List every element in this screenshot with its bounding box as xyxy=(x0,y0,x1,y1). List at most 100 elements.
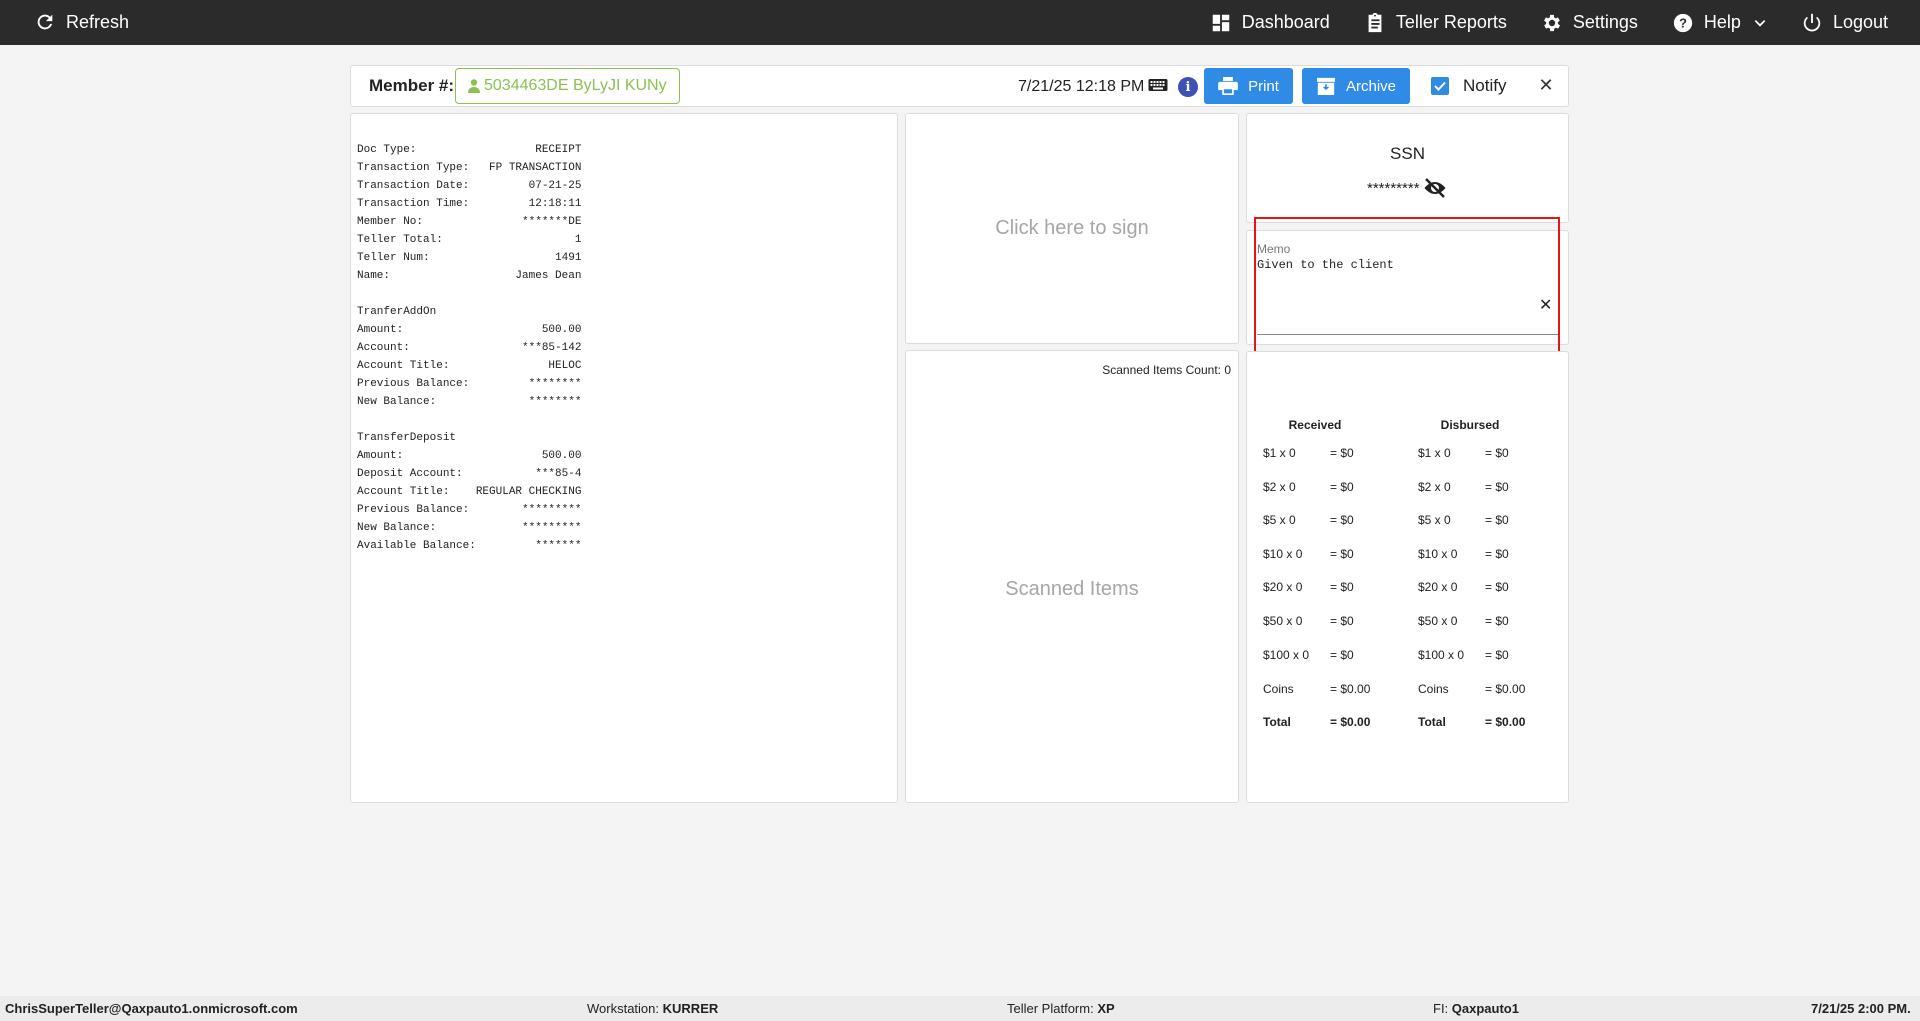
svg-text:?: ? xyxy=(1679,15,1687,30)
eye-off-icon[interactable] xyxy=(1422,177,1448,199)
help-label: Help xyxy=(1703,12,1741,32)
print-label: Print xyxy=(1248,77,1279,95)
disbursed-amount: = $0 xyxy=(1485,513,1509,527)
received-amount: = $0 xyxy=(1330,513,1354,527)
received-denom: $10 x 0 xyxy=(1263,547,1303,561)
received-amount: = $0 xyxy=(1330,580,1354,594)
received-header: Received xyxy=(1288,418,1342,432)
printer-icon xyxy=(1218,77,1238,95)
received-denom: $100 x 0 xyxy=(1263,648,1310,662)
archive-icon xyxy=(1316,77,1335,95)
refresh-label: Refresh xyxy=(66,11,130,32)
teller-reports-link[interactable]: Teller Reports xyxy=(1364,12,1507,34)
disbursed-denom: $100 x 0 xyxy=(1418,648,1465,662)
disbursed-amount: = $0 xyxy=(1485,614,1509,628)
memo-panel: Memo Given to the client ✕ xyxy=(1246,230,1569,345)
footer-datetime: 7/21/25 2:00 PM. xyxy=(1811,1001,1911,1016)
disbursed-denom: $5 x 0 xyxy=(1418,513,1451,527)
received-denom: $1 x 0 xyxy=(1263,446,1296,460)
close-button[interactable]: ✕ xyxy=(1536,75,1556,96)
footer-fi: FI: Qaxpauto1 xyxy=(1433,1001,1519,1016)
archive-label: Archive xyxy=(1345,77,1397,95)
notify-label: Notify xyxy=(1463,76,1507,95)
scanned-items-panel: Scanned Items Count: 0 Scanned Items xyxy=(905,350,1239,803)
scanned-items-placeholder: Scanned Items xyxy=(1005,578,1139,600)
info-icon[interactable]: i xyxy=(1178,77,1198,97)
signature-prompt: Click here to sign xyxy=(995,217,1149,239)
received-amount: = $0 xyxy=(1330,480,1354,494)
refresh-button[interactable]: Refresh xyxy=(34,11,129,33)
disbursed-denom: Total xyxy=(1418,715,1446,729)
disbursed-amount: = $0 xyxy=(1485,480,1509,494)
memo-field[interactable]: Given to the client xyxy=(1257,258,1394,272)
disbursed-amount: = $0 xyxy=(1485,547,1509,561)
fi-label: FI: xyxy=(1433,1001,1449,1016)
settings-label: Settings xyxy=(1572,12,1638,32)
memo-label: Memo xyxy=(1257,242,1291,256)
member-value: 5034463DE ByLyJI KUNy xyxy=(484,77,667,94)
checkmark-icon xyxy=(1434,81,1446,91)
refresh-icon xyxy=(37,14,53,30)
received-amount: = $0 xyxy=(1330,446,1354,460)
chevron-down-icon xyxy=(1754,19,1766,27)
archive-button[interactable]: Archive xyxy=(1302,68,1410,104)
keyboard-icon[interactable] xyxy=(1148,77,1168,93)
notify-checkbox[interactable] xyxy=(1431,77,1449,95)
workstation-value: KURRER xyxy=(662,1001,719,1016)
teller-reports-label: Teller Reports xyxy=(1395,12,1507,32)
help-menu[interactable]: ? Help xyxy=(1672,12,1767,34)
memo-underline xyxy=(1257,334,1559,335)
ssn-title: SSN xyxy=(1390,144,1425,163)
received-denom: $20 x 0 xyxy=(1263,580,1303,594)
platform-label: Teller Platform: xyxy=(1007,1001,1094,1016)
settings-link[interactable]: Settings xyxy=(1541,12,1638,34)
dashboard-icon xyxy=(1212,14,1229,31)
disbursed-header: Disbursed xyxy=(1440,418,1500,432)
disbursed-denom: $10 x 0 xyxy=(1418,547,1458,561)
workstation-label: Workstation: xyxy=(587,1001,660,1016)
gear-icon xyxy=(1543,14,1560,31)
received-amount: = $0.00 xyxy=(1330,682,1371,696)
signature-pad[interactable]: Click here to sign xyxy=(905,113,1239,344)
logout-label: Logout xyxy=(1832,12,1888,32)
clipboard-icon xyxy=(1368,12,1382,32)
received-denom: Coins xyxy=(1263,682,1294,696)
disbursed-denom: $1 x 0 xyxy=(1418,446,1451,460)
dashboard-link[interactable]: Dashboard xyxy=(1210,12,1330,34)
print-button[interactable]: Print xyxy=(1204,68,1293,104)
received-amount: = $0 xyxy=(1330,648,1354,662)
member-header-card: Member #: 5034463DE ByLyJI KUNy 7/21/25 … xyxy=(350,65,1569,107)
received-denom: $2 x 0 xyxy=(1263,480,1296,494)
ssn-panel: SSN ********* xyxy=(1246,113,1569,223)
user-icon xyxy=(468,79,480,93)
disbursed-amount: = $0 xyxy=(1485,648,1509,662)
ssn-value: ********* xyxy=(1367,180,1420,197)
received-denom: $50 x 0 xyxy=(1263,614,1303,628)
disbursed-amount: = $0 xyxy=(1485,446,1509,460)
received-amount: = $0 xyxy=(1330,614,1354,628)
received-denom: Total xyxy=(1263,715,1291,729)
power-icon xyxy=(1803,13,1821,31)
help-icon: ? xyxy=(1673,13,1693,32)
receipt-panel: Doc Type: RECEIPT Transaction Type: FP T… xyxy=(350,113,898,803)
header-datetime: 7/21/25 12:18 PM xyxy=(1018,78,1145,95)
nav-right-group: Dashboard Teller Reports Settings ? Help… xyxy=(1210,0,1888,45)
member-chip[interactable]: 5034463DE ByLyJI KUNy xyxy=(455,68,680,104)
memo-clear-button[interactable]: ✕ xyxy=(1539,295,1552,315)
cash-denominations-panel: Received Disbursed $1 x 0 = $0 $2 x 0 = $0 $… xyxy=(1246,351,1569,803)
footer-user: ChrisSuperTeller@Qaxpauto1.onmicrosoft.c… xyxy=(5,1001,298,1016)
dashboard-label: Dashboard xyxy=(1241,12,1330,32)
received-amount: = $0.00 xyxy=(1330,715,1371,729)
top-nav-bar: Refresh Dashboard Teller Reports Setting… xyxy=(0,0,1920,45)
logout-button[interactable]: Logout xyxy=(1801,12,1888,34)
disbursed-denom: $2 x 0 xyxy=(1418,480,1451,494)
member-label: Member #: xyxy=(369,76,455,95)
scanned-items-count: Scanned Items Count: 0 xyxy=(1102,363,1231,377)
received-denom: $5 x 0 xyxy=(1263,513,1296,527)
footer-workstation: Workstation: KURRER xyxy=(587,1001,718,1016)
disbursed-denom: $20 x 0 xyxy=(1418,580,1458,594)
disbursed-amount: = $0 xyxy=(1485,580,1509,594)
disbursed-denom: $50 x 0 xyxy=(1418,614,1458,628)
disbursed-amount: = $0.00 xyxy=(1485,682,1526,696)
status-footer: ChrisSuperTeller@Qaxpauto1.onmicrosoft.c… xyxy=(0,996,1920,1021)
